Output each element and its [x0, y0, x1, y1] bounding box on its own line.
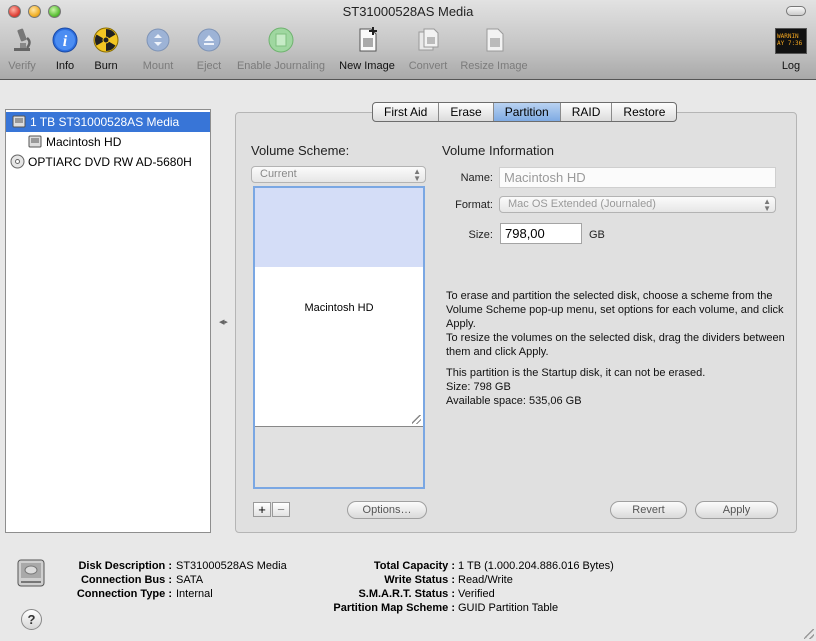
burn-button[interactable]: Burn: [90, 26, 122, 78]
revert-button[interactable]: Revert: [610, 501, 687, 519]
tab-partition[interactable]: Partition: [493, 103, 561, 121]
write-status-label: Write Status :: [384, 574, 455, 586]
partition-resize-handle[interactable]: [412, 415, 421, 424]
convert-button[interactable]: Convert: [404, 26, 452, 78]
free-space-region[interactable]: [255, 188, 423, 267]
hard-disk-icon: [12, 115, 26, 128]
eject-icon: [197, 28, 221, 52]
tab-raid[interactable]: RAID: [561, 103, 613, 121]
tab-first-aid[interactable]: First Aid: [373, 103, 440, 121]
size-label: Size:: [468, 229, 493, 241]
volume-icon: [28, 135, 42, 148]
window-title: ST31000528AS Media: [342, 4, 474, 19]
info-button[interactable]: i Info: [50, 26, 80, 78]
format-popup[interactable]: Mac OS Extended (Journaled) ▲ ▼: [499, 196, 776, 213]
popup-arrows-icon: ▲ ▼: [413, 167, 421, 183]
toolbar-toggle-button[interactable]: [786, 6, 806, 16]
tab-bar: First Aid Erase Partition RAID Restore: [372, 102, 678, 122]
connection-type-label: Connection Type :: [76, 588, 172, 600]
connection-bus-label: Connection Bus :: [80, 574, 172, 586]
sidebar-item-disk[interactable]: 1 TB ST31000528AS Media: [6, 112, 210, 132]
verify-button[interactable]: Verify: [4, 26, 40, 78]
apply-button[interactable]: Apply: [695, 501, 778, 519]
tab-restore[interactable]: Restore: [612, 103, 676, 121]
popup-arrows-icon: ▲ ▼: [763, 197, 771, 213]
resize-image-button[interactable]: Resize Image: [457, 26, 531, 78]
name-label: Name:: [460, 172, 493, 184]
partition-macintosh-hd[interactable]: Macintosh HD: [255, 267, 423, 427]
help-button[interactable]: ?: [21, 609, 42, 630]
erase-instructions: To erase and partition the selected disk…: [446, 290, 784, 330]
total-capacity-value: 1 TB (1.000.204.886.016 Bytes): [458, 560, 614, 572]
options-button[interactable]: Options…: [347, 501, 427, 519]
volume-scheme-popup[interactable]: Current ▲ ▼: [251, 166, 426, 183]
partition-map-scheme-label: Partition Map Scheme :: [333, 602, 455, 614]
sidebar-item-optical-drive[interactable]: OPTIARC DVD RW AD-5680H: [6, 152, 210, 172]
total-capacity-label: Total Capacity :: [373, 560, 455, 572]
size-field[interactable]: 798,00: [500, 223, 582, 244]
enable-journaling-button[interactable]: Enable Journaling: [232, 26, 330, 78]
volume-information-heading: Volume Information: [442, 143, 555, 158]
console-log-icon: WARNIN AY 7:36: [775, 28, 807, 54]
mount-icon: [146, 28, 170, 52]
new-image-button[interactable]: New Image: [336, 26, 398, 78]
size-unit: GB: [589, 229, 605, 241]
radiation-icon: [93, 27, 119, 53]
format-label: Format:: [455, 199, 493, 211]
connection-type-value: Internal: [176, 588, 213, 600]
add-partition-button[interactable]: +: [253, 502, 271, 517]
tab-erase[interactable]: Erase: [439, 103, 494, 121]
remove-partition-button[interactable]: −: [272, 502, 290, 517]
startup-disk-note: This partition is the Startup disk, it c…: [446, 367, 706, 379]
available-space-note: Available space: 535,06 GB: [446, 395, 582, 407]
smart-status-label: S.M.A.R.T. Status :: [358, 588, 455, 600]
disk-utility-window: ST31000528AS Media Verify i Info Burn Mo…: [0, 0, 816, 641]
write-status-value: Read/Write: [458, 574, 513, 586]
device-list[interactable]: 1 TB ST31000528AS Media Macintosh HD OPT…: [5, 109, 211, 533]
optical-drive-icon: [10, 154, 25, 169]
new-image-icon: [359, 27, 377, 52]
partition-map-scheme-value: GUID Partition Table: [458, 602, 559, 614]
split-divider-handle[interactable]: ◀▸: [219, 318, 228, 326]
partition-size-note: Size: 798 GB: [446, 381, 511, 393]
svg-text:i: i: [63, 33, 68, 50]
mount-button[interactable]: Mount: [138, 26, 178, 78]
resize-instructions: To resize the volumes on the selected di…: [446, 332, 785, 358]
disk-description-value: ST31000528AS Media: [176, 560, 287, 572]
disk-description-label: Disk Description :: [78, 560, 172, 572]
eject-button[interactable]: Eject: [192, 26, 226, 78]
volume-map[interactable]: Macintosh HD: [253, 186, 425, 489]
volume-scheme-label: Volume Scheme:: [251, 143, 350, 158]
log-button[interactable]: WARNIN AY 7:36 Log: [774, 26, 808, 78]
journaling-icon: [268, 27, 294, 53]
smart-status-value: Verified: [458, 588, 495, 600]
connection-bus-value: SATA: [176, 574, 204, 586]
resize-image-icon: [486, 28, 504, 52]
convert-icon: [418, 28, 439, 51]
volume-name-field[interactable]: Macintosh HD: [499, 167, 776, 188]
microscope-icon: [14, 28, 31, 51]
info-icon: i: [52, 27, 78, 53]
toolbar: ST31000528AS Media Verify i Info Burn Mo…: [0, 0, 816, 80]
window-resize-handle[interactable]: [804, 629, 814, 639]
sidebar-item-volume[interactable]: Macintosh HD: [6, 132, 210, 152]
